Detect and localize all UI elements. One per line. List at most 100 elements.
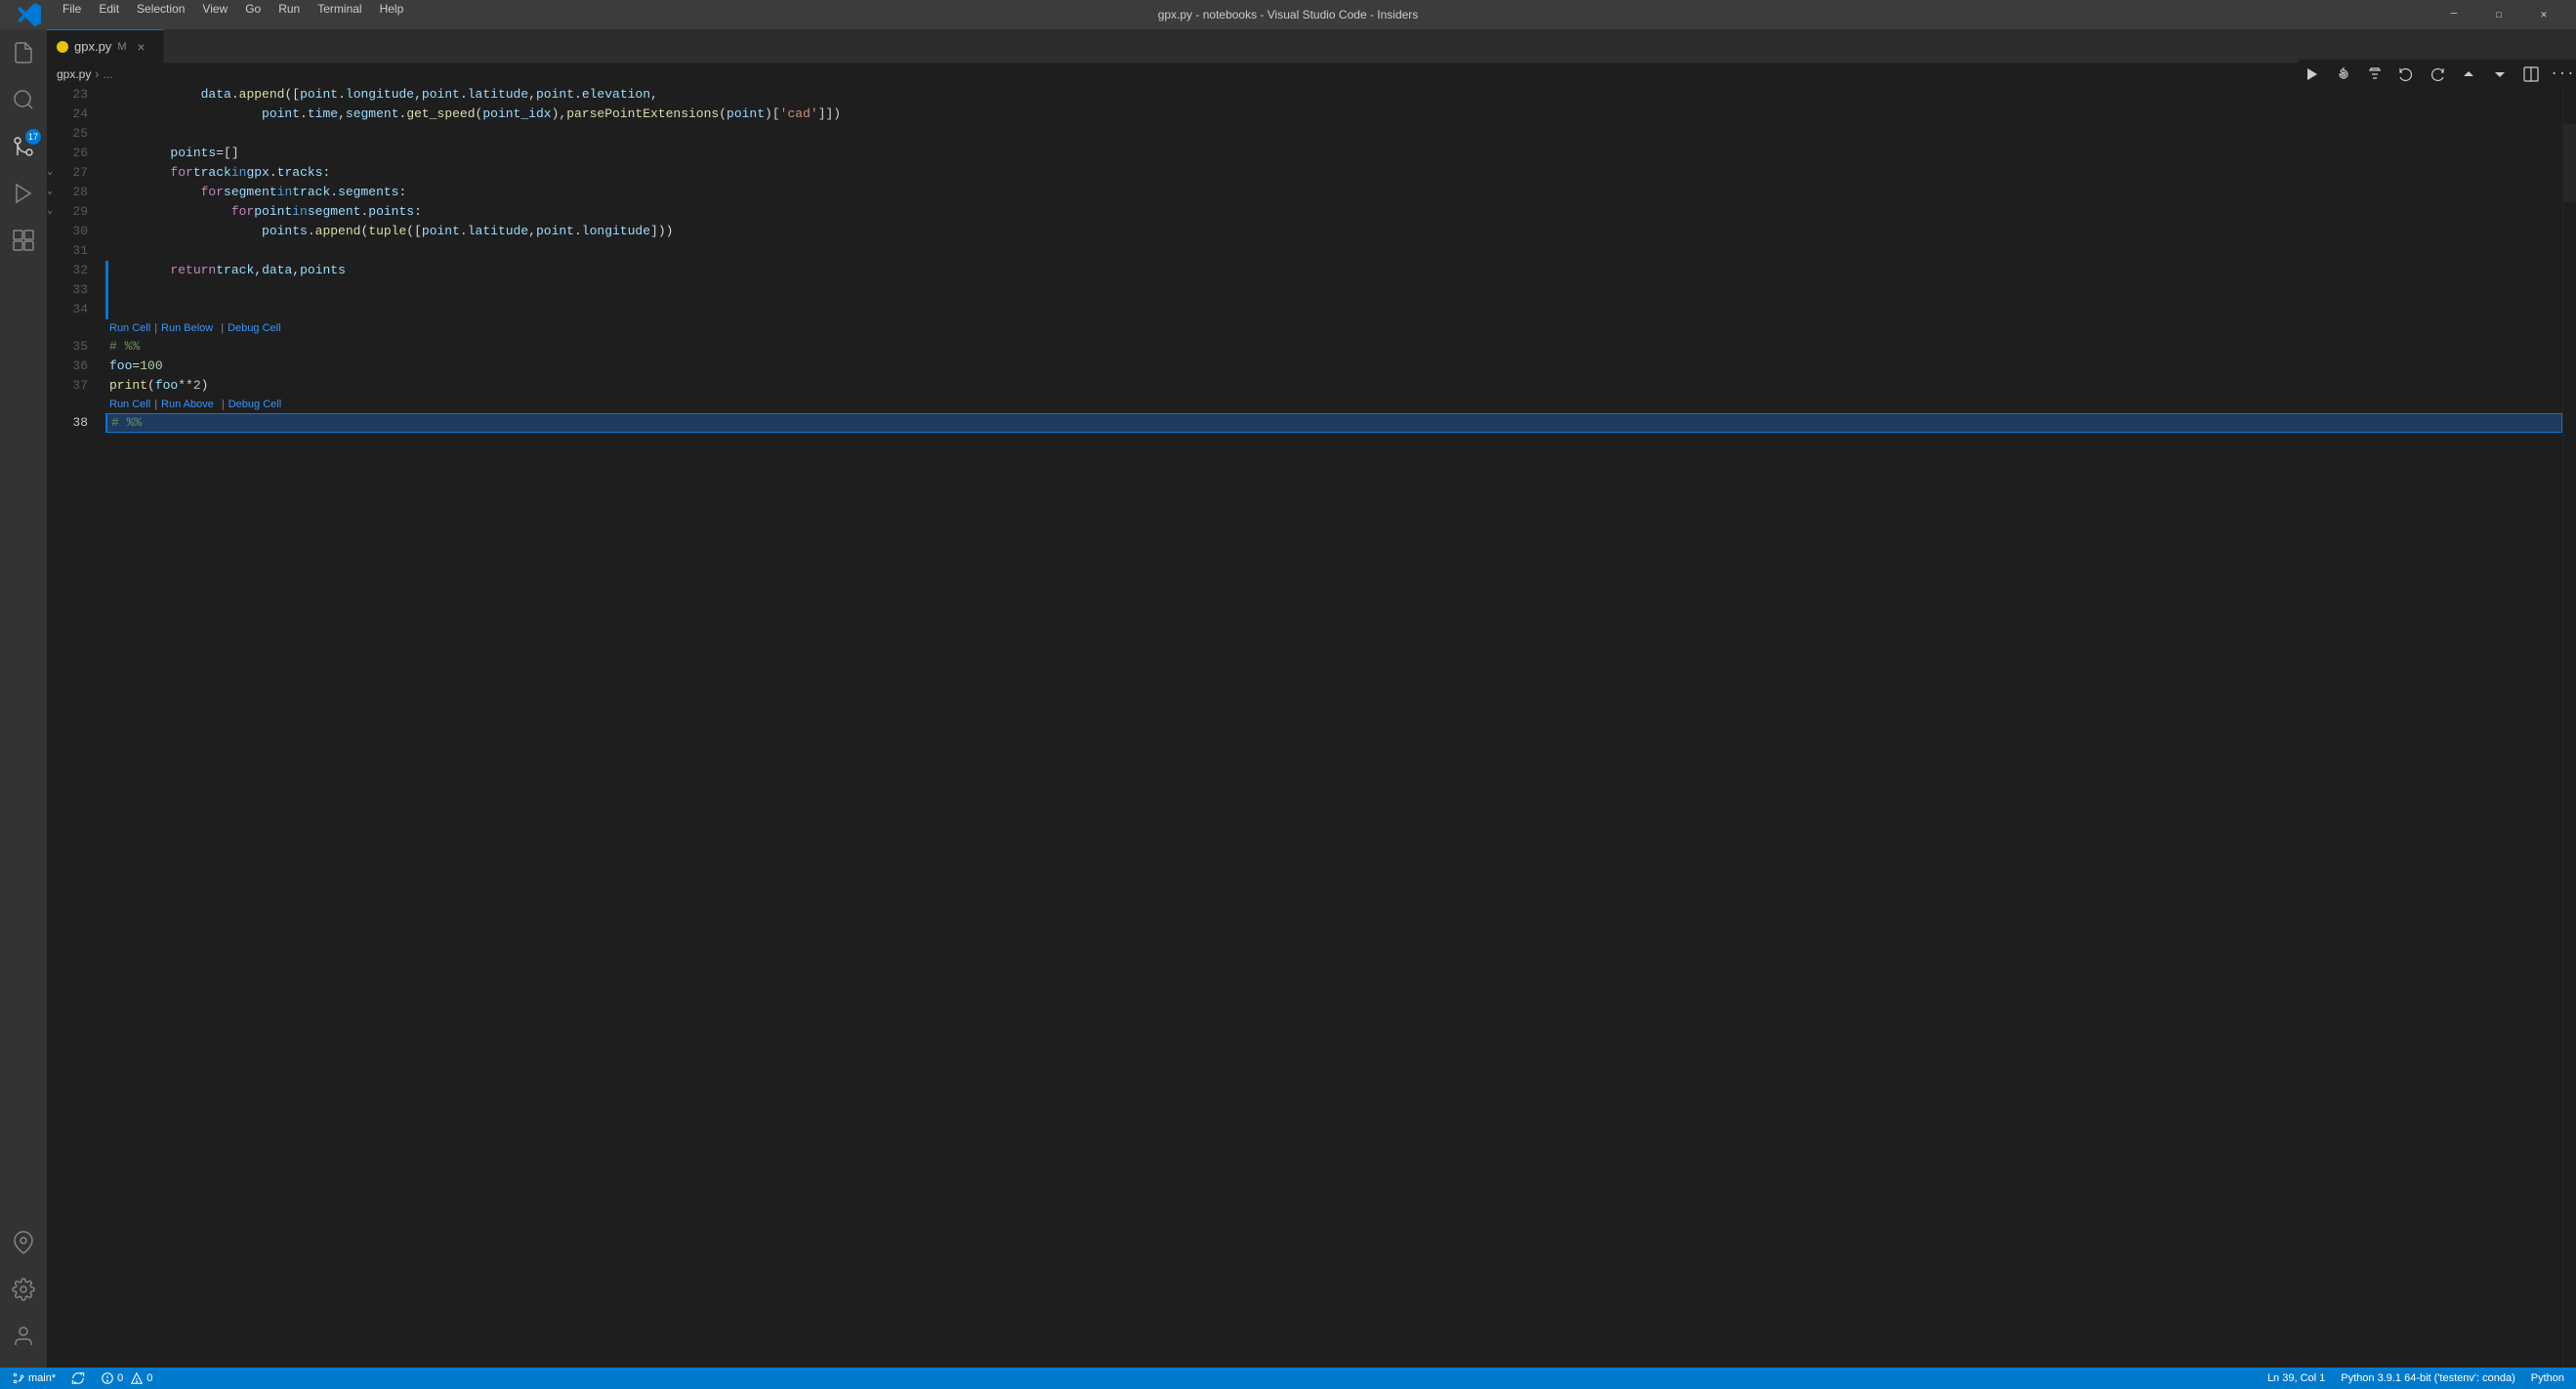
python-version: Python 3.9.1 64-bit ('testenv': conda) (2341, 1372, 2514, 1384)
run-above-link[interactable]: Run Above (161, 395, 214, 414)
redo-button[interactable] (2424, 63, 2451, 85)
separator-2b: | (222, 395, 225, 414)
code-line-27: for track in gpx.tracks: (105, 163, 2562, 183)
titlebar: File Edit Selection View Go Run Terminal… (0, 0, 2576, 29)
code-line-25 (105, 124, 2562, 144)
clear-outputs-button[interactable] (2361, 63, 2389, 85)
code-line-37: print(foo ** 2) (105, 376, 2562, 396)
breadcrumb: gpx.py › ... (47, 63, 2299, 85)
line-numbers: 23 24 25 26 27⌄ 28⌄ 29⌄ 30 31 32 33 34 3… (47, 85, 105, 1368)
restart-kernel-button[interactable] (2330, 63, 2357, 85)
split-editor-button[interactable] (2517, 63, 2545, 85)
execute-below-button[interactable] (2486, 63, 2514, 85)
tab-modified: M (117, 41, 126, 53)
debug-cell-link-1[interactable]: Debug Cell (228, 318, 280, 338)
editor-toolbar: ··· (2299, 60, 2576, 89)
editor-tab[interactable]: gpx.py M × (47, 29, 164, 63)
code-line-38: # %% (105, 413, 2562, 433)
status-right: Ln 39, Col 1 Python 3.9.1 64-bit ('teste… (2264, 1368, 2568, 1389)
code-line-35: # %% (105, 337, 2562, 357)
activity-files[interactable] (0, 29, 47, 76)
menu-bar: File Edit Selection View Go Run Terminal… (10, 0, 411, 29)
line-num-34: 34 (47, 300, 98, 319)
activity-settings[interactable] (0, 1266, 47, 1313)
activity-run-debug[interactable] (0, 170, 47, 217)
line-num-27: 27⌄ (47, 163, 98, 183)
menu-edit[interactable]: Edit (91, 0, 127, 29)
status-errors[interactable]: 0 0 (97, 1368, 156, 1389)
main-layout: 17 (0, 29, 2576, 1368)
status-cursor[interactable]: Ln 39, Col 1 (2264, 1368, 2329, 1389)
status-bar: main* 0 0 Ln 39, Col 1 (0, 1368, 2576, 1389)
code-line-36: foo = 100 (105, 357, 2562, 376)
breadcrumb-file[interactable]: gpx.py (57, 67, 91, 81)
code-line-24: point.time, segment.get_speed(point_idx)… (105, 105, 2562, 124)
code-line-29: for point in segment.points: (105, 202, 2562, 222)
status-python[interactable]: Python 3.9.1 64-bit ('testenv': conda) (2337, 1368, 2518, 1389)
source-control-badge: 17 (25, 129, 41, 145)
line-num-28: 28⌄ (47, 183, 98, 202)
debug-cell-link-2[interactable]: Debug Cell (229, 395, 281, 414)
line-num-33: 33 (47, 280, 98, 300)
error-count: 0 (117, 1372, 123, 1384)
activity-bar: 17 (0, 29, 47, 1368)
code-line-34 (105, 300, 2562, 319)
cell-separator-2: Run Cell | Run Above | Debug Cell (105, 396, 2562, 413)
editor-area: gpx.py M × gpx.py › ... (47, 29, 2576, 1368)
line-num-36: 36 (47, 357, 98, 376)
line-num-23: 23 (47, 85, 98, 105)
menu-help[interactable]: Help (372, 0, 412, 29)
menu-file[interactable]: File (55, 0, 89, 29)
status-sync[interactable] (67, 1368, 89, 1389)
run-button[interactable] (2299, 63, 2326, 85)
minimap-viewport (2563, 124, 2576, 202)
cell-sep-2-linenum (47, 396, 98, 413)
execute-above-button[interactable] (2455, 63, 2482, 85)
breadcrumb-toolbar-row: gpx.py › ... (47, 63, 2576, 85)
menu-go[interactable]: Go (237, 0, 269, 29)
cell-separator-1: Run Cell | Run Below | Debug Cell (105, 319, 2562, 337)
window-title: gpx.py - notebooks - Visual Studio Code … (1158, 8, 1419, 21)
undo-button[interactable] (2392, 63, 2420, 85)
cell-sep-1-linenum (47, 319, 98, 337)
python-file-icon (57, 41, 68, 53)
activity-extensions[interactable] (0, 217, 47, 264)
code-line-32: return track, data, points (105, 261, 2562, 280)
code-line-30: points.append(tuple([point.latitude, poi… (105, 222, 2562, 241)
line-num-25: 25 (47, 124, 98, 144)
line-num-38: 38 (47, 413, 98, 433)
menu-run[interactable]: Run (270, 0, 308, 29)
minimap[interactable] (2562, 85, 2576, 1368)
code-line-33 (105, 280, 2562, 300)
status-language[interactable]: Python (2527, 1368, 2568, 1389)
close-button[interactable]: ✕ (2521, 0, 2566, 29)
separator-2a: | (154, 395, 157, 414)
line-num-24: 24 (47, 105, 98, 124)
activity-remote[interactable] (0, 1219, 47, 1266)
breadcrumb-symbol[interactable]: ... (103, 67, 112, 81)
editor-empty-space (105, 433, 2562, 1019)
status-branch[interactable]: main* (8, 1368, 60, 1389)
language-name: Python (2531, 1372, 2564, 1384)
line-num-37: 37 (47, 376, 98, 396)
maximize-button[interactable]: ☐ (2476, 0, 2521, 29)
line-num-32: 32 (47, 261, 98, 280)
code-area[interactable]: data.append([point.longitude, point.lati… (105, 85, 2562, 1368)
editor-content[interactable]: 23 24 25 26 27⌄ 28⌄ 29⌄ 30 31 32 33 34 3… (47, 85, 2576, 1368)
activity-source-control[interactable]: 17 (0, 123, 47, 170)
cursor-position: Ln 39, Col 1 (2267, 1372, 2325, 1384)
vscode-icon (10, 0, 49, 29)
tab-close-button[interactable]: × (132, 38, 149, 56)
menu-terminal[interactable]: Terminal (310, 0, 369, 29)
more-options-button[interactable]: ··· (2549, 63, 2576, 85)
line-num-29: 29⌄ (47, 202, 98, 222)
minimize-button[interactable]: ─ (2431, 0, 2476, 29)
menu-view[interactable]: View (194, 0, 235, 29)
menu-selection[interactable]: Selection (129, 0, 192, 29)
tab-filename: gpx.py (74, 39, 111, 54)
run-cell-link-2[interactable]: Run Cell (109, 395, 150, 414)
breadcrumb-separator: › (95, 67, 99, 81)
activity-search[interactable] (0, 76, 47, 123)
activity-account[interactable] (0, 1313, 47, 1360)
branch-name: main* (28, 1372, 56, 1384)
